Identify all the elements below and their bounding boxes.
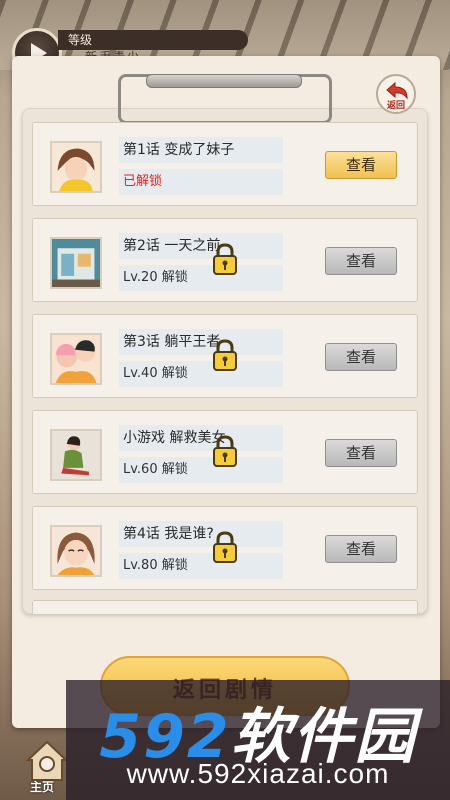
back-button[interactable]: 返回 bbox=[376, 74, 416, 114]
episode-title: 第2话 一天之前 bbox=[119, 233, 283, 259]
episode-status: Lv.60 解锁 bbox=[119, 457, 283, 483]
episode-thumbnail bbox=[50, 141, 102, 193]
view-button[interactable]: 查看 bbox=[325, 247, 397, 275]
episode-thumbnail bbox=[50, 333, 102, 385]
episode-status: 已解锁 bbox=[119, 169, 283, 195]
episode-card-next bbox=[32, 600, 418, 614]
view-button[interactable]: 查看 bbox=[325, 151, 397, 179]
episode-thumbnail bbox=[50, 525, 102, 577]
view-button[interactable]: 查看 bbox=[325, 343, 397, 371]
lock-icon bbox=[213, 339, 237, 371]
crying-girl-icon bbox=[52, 527, 100, 575]
episode-title: 第3话 躺平王者 bbox=[119, 329, 283, 355]
lock-icon bbox=[213, 243, 237, 275]
episode-status: Lv.20 解锁 bbox=[119, 265, 283, 291]
episode-status: Lv.40 解锁 bbox=[119, 361, 283, 387]
episode-title: 小游戏 解救美女 bbox=[119, 425, 283, 451]
view-button[interactable]: 查看 bbox=[325, 535, 397, 563]
back-label: 返回 bbox=[387, 101, 406, 111]
episode-thumbnail bbox=[50, 237, 102, 289]
lock-icon bbox=[213, 531, 237, 563]
home-label[interactable]: 主页 bbox=[30, 778, 54, 795]
episode-card-4: 小游戏 解救美女 Lv.60 解锁 查看 bbox=[32, 410, 418, 494]
girl-portrait-icon bbox=[52, 143, 100, 191]
episode-title: 第4话 我是谁? bbox=[119, 521, 283, 547]
clipboard-clip-bar bbox=[146, 74, 302, 88]
level-label: 等级 bbox=[68, 33, 93, 47]
episode-status: Lv.80 解锁 bbox=[119, 553, 283, 579]
episode-card-1: 第1话 变成了妹子 已解锁 查看 bbox=[32, 122, 418, 206]
view-button[interactable]: 查看 bbox=[325, 439, 397, 467]
lock-icon bbox=[213, 435, 237, 467]
episode-card-5: 第4话 我是谁? Lv.80 解锁 查看 bbox=[32, 506, 418, 590]
woman-sitting-icon bbox=[52, 431, 100, 479]
watermark-url: www.592xiazai.com bbox=[126, 758, 390, 789]
episode-thumbnail bbox=[50, 429, 102, 481]
episode-card-3: 第3话 躺平王者 Lv.40 解锁 查看 bbox=[32, 314, 418, 398]
watermark-overlay: 592软件园 www.592xiazai.com bbox=[66, 680, 450, 800]
two-characters-icon bbox=[52, 335, 100, 383]
shop-scene-icon bbox=[52, 239, 100, 287]
episode-title: 第1话 变成了妹子 bbox=[119, 137, 283, 163]
episode-card-2: 第2话 一天之前 Lv.20 解锁 查看 bbox=[32, 218, 418, 302]
